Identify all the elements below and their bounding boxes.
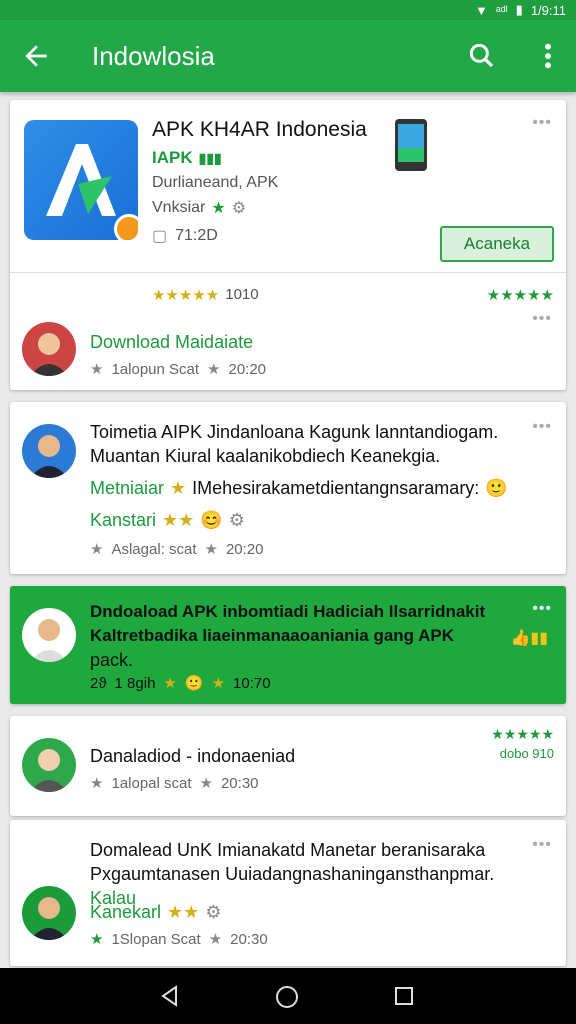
rating-stars: ★★★★★ xyxy=(152,287,220,304)
review-body: Toimetia AIPK Jindanloana Kagunk lanntan… xyxy=(90,422,499,466)
app-card[interactable]: APK KH4AR Indonesia IAPK ▮▮▮ Durlianeand… xyxy=(10,100,566,390)
review-subtag: Kanekarl ★★ ⚙ xyxy=(90,902,222,922)
review-body: Domalead UnK Imianakatd Manetar beranisa… xyxy=(90,840,495,908)
nav-recents-icon[interactable] xyxy=(392,984,416,1008)
review-card[interactable]: ••• Toimetia AIPK Jindanloana Kagunk lan… xyxy=(10,402,566,574)
star-icon: ★ xyxy=(170,478,187,498)
wifi-icon: ▼ xyxy=(474,2,488,18)
review-body-continued: pack. xyxy=(90,650,134,670)
app-developer: Durlianeand, APK xyxy=(152,174,279,191)
signal-text: ᵃᵈˡ xyxy=(495,2,508,18)
review-card-highlighted[interactable]: ••• Dndoaload APK inbomtiadi Hadiciah Il… xyxy=(10,586,566,704)
emoji-icon: 🙂 xyxy=(485,478,508,498)
app-logo xyxy=(24,120,138,240)
review-meta: ★ Aslagal: scat ★ 20:20 xyxy=(90,540,264,559)
review-tag: Metniaiar ★ IMehesirakametdientangnsaram… xyxy=(90,478,508,498)
app-category: IAPK ▮▮▮ xyxy=(152,148,222,167)
card-menu-icon[interactable]: ••• xyxy=(532,836,552,854)
star-icon: ★ xyxy=(207,361,221,378)
review-menu-icon[interactable]: ••• xyxy=(532,310,552,328)
avatar[interactable] xyxy=(22,322,76,376)
system-nav-bar xyxy=(0,968,576,1024)
page-title: Indowlosia xyxy=(92,41,215,71)
review-card[interactable]: ★★★★★ dobo 910 Danaladiod - indonaeniad … xyxy=(10,716,566,816)
settings-icon: ⚙ xyxy=(228,510,245,530)
review-meta: 2ϑ 1 8gih ★ 🙂 ★ 10:70 xyxy=(90,674,271,693)
avatar[interactable] xyxy=(22,424,76,478)
clock: 1/9:11 xyxy=(530,2,566,18)
review-card[interactable]: ••• Domalead UnK Imianakatd Manetar bera… xyxy=(10,820,566,966)
download-size-icon: ▢ xyxy=(152,228,168,245)
nav-back-icon[interactable] xyxy=(158,984,182,1008)
review-title: Download Maidaiate xyxy=(90,332,254,352)
thumbs-up-icon[interactable]: 👍▮▮ xyxy=(510,628,548,648)
star-icon: ★ xyxy=(163,675,177,692)
star-icon: ★ xyxy=(90,361,104,378)
back-arrow-icon[interactable] xyxy=(20,40,52,72)
more-vert-icon[interactable] xyxy=(538,40,558,72)
content-list[interactable]: APK KH4AR Indonesia IAPK ▮▮▮ Durlianeand… xyxy=(0,92,576,968)
settings-icon: ⚙ xyxy=(205,902,222,922)
rating-count: 1010 xyxy=(225,286,259,303)
status-bar: ▼ ᵃᵈˡ ▮ 1/9:11 xyxy=(0,0,576,20)
star-icon: ★ xyxy=(211,675,226,692)
card-menu-icon[interactable]: ••• xyxy=(532,114,552,132)
battery-icon: ▮ xyxy=(515,2,523,17)
install-button[interactable]: Acaneka xyxy=(440,226,554,262)
app-bar: Indowlosia xyxy=(0,20,576,92)
review-body: Dndoaload APK inbomtiadi Hadiciah Ilsarr… xyxy=(90,602,486,645)
app-rating-row: Vnksiar ★ ⚙ xyxy=(152,199,247,217)
logo-badge xyxy=(114,214,138,240)
avatar[interactable] xyxy=(22,886,76,940)
star-icon: ★ xyxy=(90,931,104,948)
app-name: APK KH4AR Indonesia xyxy=(152,118,367,141)
avatar[interactable] xyxy=(22,738,76,792)
rating-stars: ★★★★★ xyxy=(491,726,554,742)
review-meta: ★ 1alopun Scat ★ 20:20 xyxy=(90,360,267,379)
review-meta: ★ 1alopal scat ★ 20:30 xyxy=(90,774,259,793)
nav-home-icon[interactable] xyxy=(274,984,300,1010)
stars-icon: ★★ xyxy=(162,510,195,530)
star-icon: ★ xyxy=(211,200,226,217)
emoji-icon: 🙂 xyxy=(184,675,204,692)
star-icon: ★ xyxy=(90,541,104,558)
star-icon: ★ xyxy=(199,775,213,792)
stars-icon: ★★ xyxy=(167,902,200,922)
chart-icon: ▮▮▮ xyxy=(198,149,222,166)
app-size-row: ▢ 71:2D xyxy=(152,227,218,245)
rating-summary: ★★★★★ 1010 xyxy=(152,286,259,304)
rating-stars-right: ★★★★★ xyxy=(486,287,554,304)
star-icon: ★ xyxy=(208,931,223,948)
star-icon: ★ xyxy=(204,541,218,558)
emoji-icon: 😊 xyxy=(200,510,223,530)
settings-icon: ⚙ xyxy=(231,200,247,217)
phone-icon xyxy=(395,119,427,171)
review-meta: ★ 1Slopan Scat ★ 20:30 xyxy=(90,930,268,949)
avatar[interactable] xyxy=(22,608,76,662)
status-icons: ▼ ᵃᵈˡ ▮ 1/9:11 xyxy=(475,2,566,18)
search-icon[interactable] xyxy=(466,40,498,72)
divider xyxy=(10,272,566,273)
review-subtag: Kanstari ★★ 😊 ⚙ xyxy=(90,510,245,530)
star-icon: ★ xyxy=(90,775,104,792)
review-title: Danaladiod - indonaeniad xyxy=(90,746,296,766)
